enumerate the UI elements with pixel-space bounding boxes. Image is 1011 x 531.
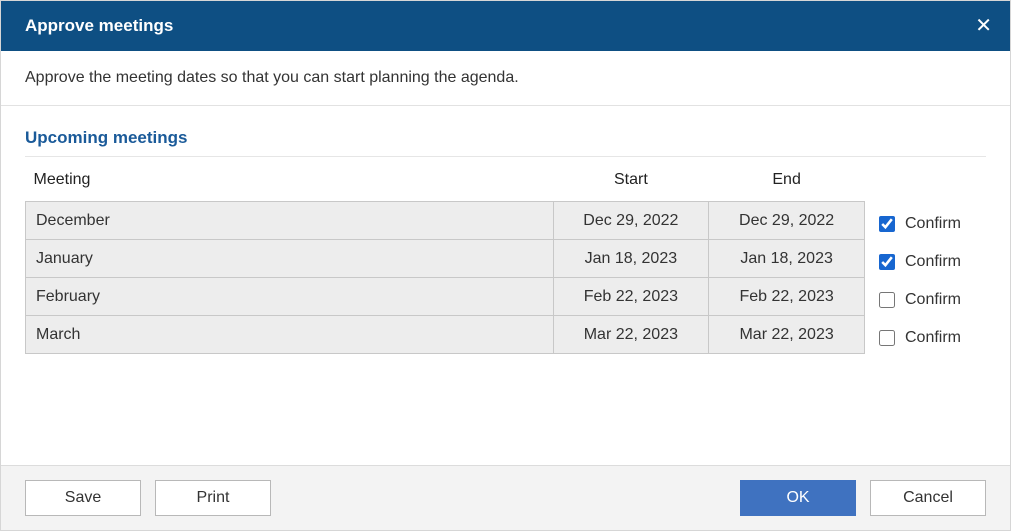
cell-end: Dec 29, 2022 [709, 202, 865, 240]
dialog-title: Approve meetings [25, 16, 173, 36]
confirm-checkbox[interactable] [879, 254, 895, 270]
confirm-item[interactable]: Confirm [879, 281, 961, 319]
confirm-label: Confirm [905, 215, 961, 233]
dialog-content: Upcoming meetings Meeting Start End [1, 106, 1010, 465]
dialog-instructions: Approve the meeting dates so that you ca… [1, 51, 1010, 106]
cell-start: Mar 22, 2023 [553, 316, 709, 354]
confirm-label: Confirm [905, 253, 961, 271]
cancel-button[interactable]: Cancel [870, 480, 986, 516]
approve-meetings-dialog: Approve meetings ✕ Approve the meeting d… [0, 0, 1011, 531]
table-row: March Mar 22, 2023 Mar 22, 2023 [26, 316, 865, 354]
confirm-checkbox[interactable] [879, 292, 895, 308]
confirm-item[interactable]: Confirm [879, 319, 961, 357]
col-end: End [709, 161, 865, 202]
col-start: Start [553, 161, 709, 202]
confirm-label: Confirm [905, 291, 961, 309]
table-row: January Jan 18, 2023 Jan 18, 2023 [26, 240, 865, 278]
cell-meeting: January [26, 240, 554, 278]
table-row: December Dec 29, 2022 Dec 29, 2022 [26, 202, 865, 240]
confirm-checkbox[interactable] [879, 330, 895, 346]
save-button[interactable]: Save [25, 480, 141, 516]
dialog-titlebar: Approve meetings ✕ [1, 1, 1010, 51]
cell-start: Jan 18, 2023 [553, 240, 709, 278]
print-button[interactable]: Print [155, 480, 271, 516]
section-title: Upcoming meetings [25, 128, 986, 157]
cell-meeting: March [26, 316, 554, 354]
cell-start: Dec 29, 2022 [553, 202, 709, 240]
confirm-column: Confirm Confirm Confirm Confirm [879, 161, 961, 357]
cell-start: Feb 22, 2023 [553, 278, 709, 316]
meetings-table-wrap: Meeting Start End December Dec 29, 2022 … [25, 161, 986, 357]
col-meeting: Meeting [26, 161, 554, 202]
table-row: February Feb 22, 2023 Feb 22, 2023 [26, 278, 865, 316]
table-header-row: Meeting Start End [26, 161, 865, 202]
meetings-table: Meeting Start End December Dec 29, 2022 … [25, 161, 865, 354]
footer-right: OK Cancel [740, 480, 986, 516]
cell-end: Feb 22, 2023 [709, 278, 865, 316]
confirm-item[interactable]: Confirm [879, 243, 961, 281]
confirm-item[interactable]: Confirm [879, 205, 961, 243]
cell-end: Mar 22, 2023 [709, 316, 865, 354]
cell-end: Jan 18, 2023 [709, 240, 865, 278]
cell-meeting: December [26, 202, 554, 240]
ok-button[interactable]: OK [740, 480, 856, 516]
confirm-checkbox[interactable] [879, 216, 895, 232]
confirm-label: Confirm [905, 329, 961, 347]
footer-left: Save Print [25, 480, 271, 516]
cell-meeting: February [26, 278, 554, 316]
close-icon[interactable]: ✕ [975, 16, 992, 36]
dialog-footer: Save Print OK Cancel [1, 465, 1010, 530]
